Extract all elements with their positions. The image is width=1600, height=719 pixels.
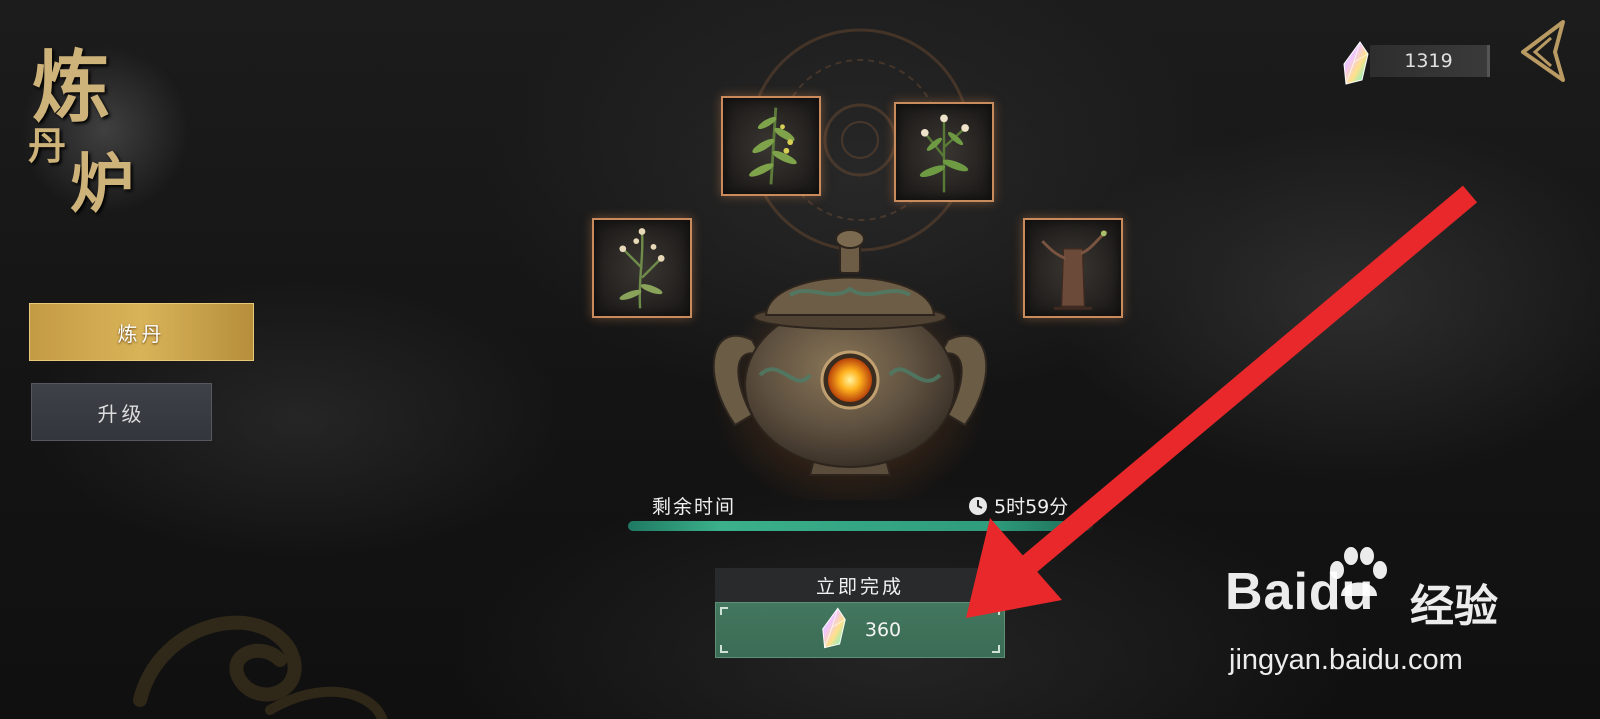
game-scene: 炼 丹 炉 炼丹 升级 1319 剩余时间 5时59分 立即完成 360 Bai…	[0, 0, 1600, 719]
corner-decoration	[720, 645, 728, 653]
alchemy-furnace-icon[interactable]	[700, 225, 1000, 500]
crystal-gem-icon	[1340, 40, 1372, 86]
herb-stalk-icon	[619, 228, 665, 309]
title-char: 炉	[70, 147, 134, 222]
corner-decoration	[720, 607, 728, 615]
remaining-time-value: 5时59分	[968, 492, 1068, 519]
tab-label: 升级	[97, 401, 146, 426]
corner-decoration	[992, 607, 1000, 615]
finish-now-label: 立即完成	[715, 568, 1005, 602]
title-char: 丹	[28, 123, 67, 168]
herb-slot[interactable]	[1023, 218, 1123, 318]
herb-slot[interactable]	[721, 96, 821, 196]
back-arrow-icon[interactable]	[1515, 18, 1569, 82]
page-title: 炼 丹 炉	[10, 15, 200, 222]
herb-flower-icon	[919, 114, 969, 193]
currency-amount: 1319	[1370, 45, 1490, 77]
remaining-time-text: 5时59分	[994, 496, 1069, 518]
finish-now-button[interactable]: 360	[715, 602, 1005, 658]
clock-icon	[969, 496, 987, 515]
tab-refine[interactable]: 炼丹	[29, 303, 254, 361]
corner-decoration	[992, 645, 1000, 653]
progress-fill	[628, 521, 1084, 531]
baidu-watermark: Baidu 经验 jingyan.baidu.com	[1225, 547, 1525, 688]
currency-display: 1319	[1340, 40, 1490, 85]
watermark-cn: 经验	[1410, 581, 1498, 632]
remaining-time-label: 剩余时间	[652, 496, 737, 518]
watermark-url: jingyan.baidu.com	[1229, 644, 1463, 676]
cloud-swirl-decoration	[133, 615, 387, 719]
tab-label: 炼丹	[117, 321, 166, 346]
finish-cost: 360	[864, 619, 902, 641]
paw-icon	[1330, 547, 1387, 596]
tree-root-icon	[1041, 230, 1108, 310]
tab-upgrade[interactable]: 升级	[31, 383, 212, 441]
herb-slot[interactable]	[592, 218, 692, 318]
crystal-gem-icon	[819, 605, 849, 655]
herb-sprig-icon	[749, 107, 797, 185]
brewing-progress-bar	[628, 521, 1093, 531]
herb-slot[interactable]	[894, 102, 994, 202]
